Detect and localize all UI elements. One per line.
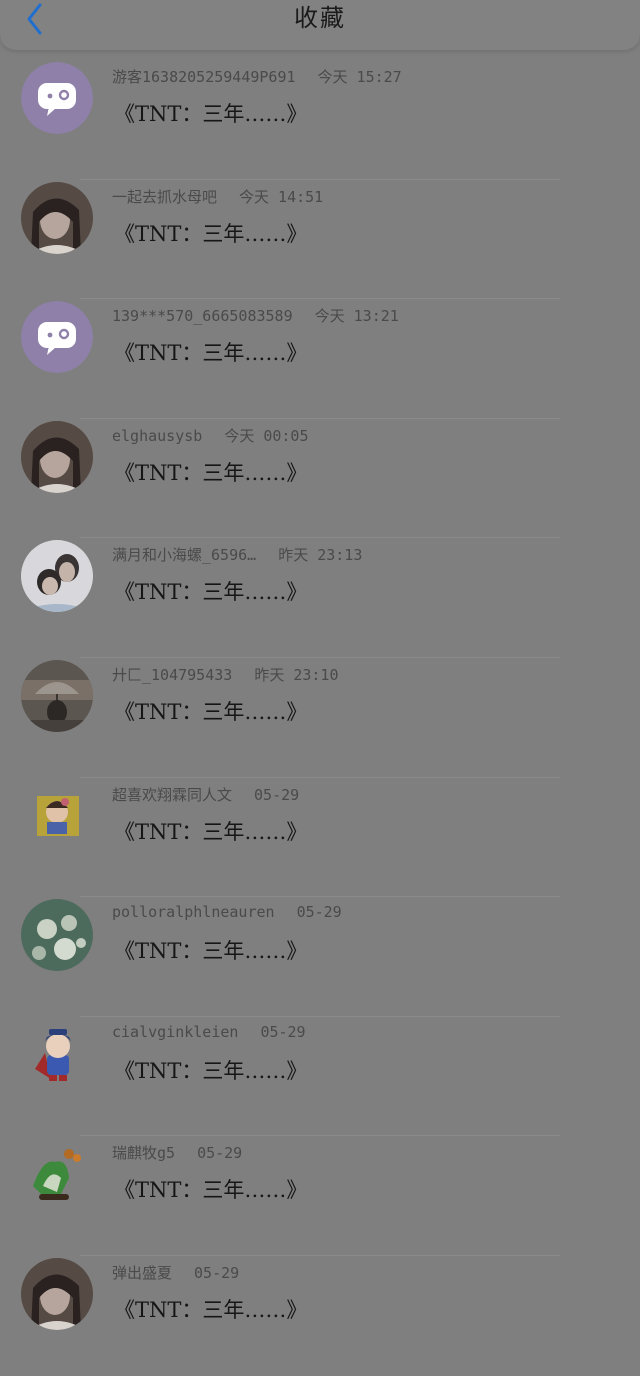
chat-bubble-icon[interactable] <box>21 301 93 374</box>
avatar[interactable] <box>21 540 93 613</box>
timestamp: 05-29 <box>260 1022 306 1041</box>
item-meta: cialvginkleien 05-29 <box>112 1023 306 1049</box>
avatar[interactable] <box>21 659 93 732</box>
list-item[interactable]: 游客1638205259449P691 今天 15:27 《TNT：三年……》 <box>0 60 640 180</box>
avatar[interactable] <box>21 779 93 852</box>
list-item[interactable]: 139***570_6665083589 今天 13:21 《TNT：三年……》 <box>0 299 640 419</box>
page-title: 收藏 <box>294 4 346 32</box>
timestamp: 05-29 <box>194 1263 240 1282</box>
work-title[interactable]: 《TNT：三年……》 <box>114 576 307 606</box>
item-meta: elghausysb 今天 00:05 <box>112 425 309 451</box>
list-item[interactable]: elghausysb 今天 00:05 《TNT：三年……》 <box>0 419 640 539</box>
username[interactable]: 满月和小海螺_6596… <box>112 546 256 564</box>
item-meta: 满月和小海螺_6596… 昨天 23:13 <box>112 544 362 570</box>
work-title[interactable]: 《TNT：三年……》 <box>114 457 307 487</box>
timestamp: 05-29 <box>197 1144 243 1163</box>
username[interactable]: 139***570_6665083589 <box>112 307 293 325</box>
timestamp: 昨天 23:10 <box>254 665 339 684</box>
list-item[interactable]: 廾匚_104795433 昨天 23:10 《TNT：三年……》 <box>0 658 640 778</box>
list-item[interactable]: 一起去抓水母吧 今天 14:51 《TNT：三年……》 <box>0 180 640 300</box>
avatar[interactable] <box>21 420 93 493</box>
timestamp: 今天 00:05 <box>224 426 309 445</box>
item-meta: 139***570_6665083589 今天 13:21 <box>112 305 399 331</box>
timestamp: 昨天 23:13 <box>278 546 363 565</box>
username[interactable]: cialvginkleien <box>112 1023 238 1041</box>
list-item[interactable]: 弹出盛夏 05-29 《TNT：三年……》 <box>0 1256 640 1376</box>
item-meta: 弹出盛夏 05-29 <box>112 1262 239 1288</box>
work-title[interactable]: 《TNT：三年……》 <box>114 1174 307 1204</box>
work-title[interactable]: 《TNT：三年……》 <box>114 816 307 846</box>
item-meta: 廾匚_104795433 昨天 23:10 <box>112 664 339 690</box>
work-title[interactable]: 《TNT：三年……》 <box>114 337 307 367</box>
avatar[interactable] <box>21 181 93 254</box>
work-title[interactable]: 《TNT：三年……》 <box>114 98 307 128</box>
avatar[interactable] <box>21 1257 93 1330</box>
list-item[interactable]: 瑞麒牧g5 05-29 《TNT：三年……》 <box>0 1136 640 1256</box>
username[interactable]: 游客1638205259449P691 <box>112 68 296 86</box>
username[interactable]: 弹出盛夏 <box>112 1264 172 1282</box>
list-item[interactable]: polloralphlneauren 05-29 《TNT：三年……》 <box>0 897 640 1017</box>
username[interactable]: 一起去抓水母吧 <box>112 188 217 206</box>
chat-bubble-icon[interactable] <box>21 62 93 134</box>
list-item[interactable]: 超喜欢翔霖同人文 05-29 《TNT：三年……》 <box>0 778 640 898</box>
timestamp: 今天 14:51 <box>239 187 324 206</box>
work-title[interactable]: 《TNT：三年……》 <box>114 696 307 726</box>
username[interactable]: 超喜欢翔霖同人文 <box>112 786 232 804</box>
work-title[interactable]: 《TNT：三年……》 <box>114 1294 307 1324</box>
favorites-list: 游客1638205259449P691 今天 15:27 《TNT：三年……》 一起去… <box>0 60 640 1376</box>
work-title[interactable]: 《TNT：三年……》 <box>114 1055 307 1085</box>
timestamp: 05-29 <box>254 785 300 804</box>
username[interactable]: polloralphlneauren <box>112 903 275 921</box>
item-meta: 一起去抓水母吧 今天 14:51 <box>112 186 323 212</box>
nav-header: 收藏 <box>0 0 640 50</box>
work-title[interactable]: 《TNT：三年……》 <box>114 218 307 248</box>
work-title[interactable]: 《TNT：三年……》 <box>114 935 307 965</box>
item-meta: polloralphlneauren 05-29 <box>112 903 342 929</box>
timestamp: 05-29 <box>296 903 342 922</box>
list-item[interactable]: cialvginkleien 05-29 《TNT：三年……》 <box>0 1017 640 1137</box>
username[interactable]: 瑞麒牧g5 <box>112 1144 175 1162</box>
list-item[interactable]: 满月和小海螺_6596… 昨天 23:13 《TNT：三年……》 <box>0 538 640 658</box>
avatar[interactable] <box>21 1138 93 1211</box>
item-meta: 超喜欢翔霖同人文 05-29 <box>112 784 299 810</box>
item-meta: 游客1638205259449P691 今天 15:27 <box>112 66 402 92</box>
item-meta: 瑞麒牧g5 05-29 <box>112 1142 242 1168</box>
avatar[interactable] <box>21 1018 93 1091</box>
avatar[interactable] <box>21 899 93 972</box>
username[interactable]: elghausysb <box>112 427 202 445</box>
timestamp: 今天 13:21 <box>314 307 399 326</box>
username[interactable]: 廾匚_104795433 <box>112 666 232 684</box>
timestamp: 今天 15:27 <box>317 68 402 86</box>
